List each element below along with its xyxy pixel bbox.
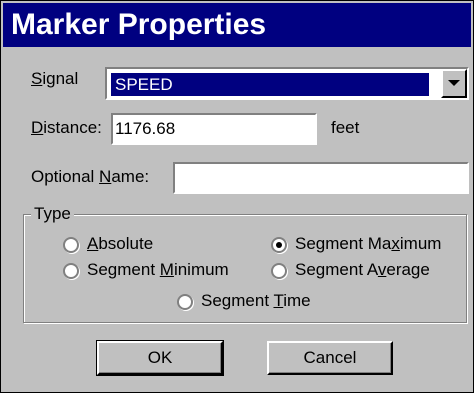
title-bar: Marker Properties	[3, 3, 471, 47]
distance-value: 1176.68	[115, 119, 176, 138]
segment-time-radio[interactable]	[177, 294, 193, 310]
distance-label: Distance:	[31, 118, 102, 137]
optional-name-field[interactable]	[173, 162, 469, 194]
cancel-button[interactable]: Cancel	[267, 341, 393, 375]
segment-minimum-radio-label[interactable]: Segment Minimum	[87, 260, 229, 280]
segment-maximum-radio-label[interactable]: Segment Maximum	[295, 234, 441, 254]
chevron-down-icon	[448, 80, 460, 86]
segment-average-radio-label[interactable]: Segment Average	[295, 260, 430, 280]
signal-dropdown-button[interactable]	[441, 69, 467, 98]
marker-properties-dialog: Marker Properties Signal SPEED Distance:…	[0, 0, 474, 393]
type-group-title: Type	[31, 205, 74, 223]
segment-minimum-radio[interactable]	[63, 263, 79, 279]
segment-time-radio-label[interactable]: Segment Time	[201, 291, 311, 311]
signal-select[interactable]: SPEED	[105, 67, 469, 100]
signal-label: Signal	[31, 69, 79, 88]
distance-unit: feet	[331, 118, 360, 137]
segment-average-radio[interactable]	[271, 263, 287, 279]
absolute-radio-label[interactable]: Absolute	[87, 234, 153, 254]
distance-field[interactable]: 1176.68	[111, 113, 317, 145]
absolute-radio[interactable]	[63, 237, 79, 253]
segment-maximum-radio[interactable]	[271, 237, 287, 253]
optional-name-label: Optional Name:	[31, 167, 150, 186]
signal-selected-value: SPEED	[111, 73, 429, 96]
ok-button[interactable]: OK	[96, 340, 224, 376]
window-title: Marker Properties	[11, 8, 267, 41]
